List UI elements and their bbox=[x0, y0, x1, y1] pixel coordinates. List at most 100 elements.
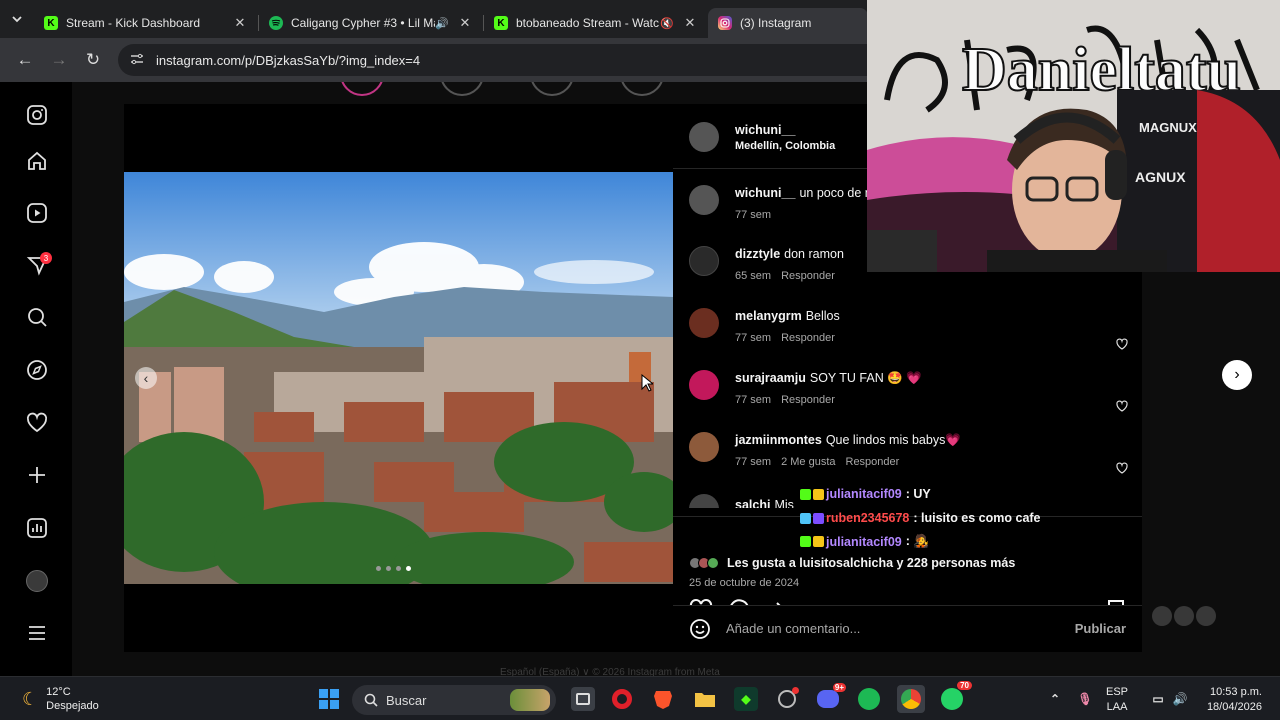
speaker-icon[interactable]: 🔊 bbox=[435, 17, 449, 30]
weather-desc: Despejado bbox=[46, 700, 99, 712]
comment-item: surajraamju SOY TU FAN 🤩 💗 77 sem Responde… bbox=[689, 370, 1129, 408]
chrome-icon[interactable] bbox=[897, 685, 925, 713]
liker-avatar bbox=[707, 557, 719, 569]
author-username[interactable]: wichuni__ bbox=[735, 123, 795, 137]
like-comment-heart-icon[interactable] bbox=[1116, 400, 1128, 412]
network-icon[interactable]: ▭ bbox=[1146, 687, 1170, 711]
reply-button[interactable]: Responder bbox=[781, 270, 835, 282]
dashboard-icon[interactable] bbox=[24, 515, 50, 541]
comment-avatar[interactable] bbox=[689, 494, 719, 508]
whatsapp-icon[interactable]: 70 bbox=[940, 681, 972, 711]
stories-strip bbox=[330, 82, 690, 98]
home-icon[interactable] bbox=[24, 148, 50, 174]
reply-button[interactable]: Responder bbox=[781, 394, 835, 406]
comment-avatar[interactable] bbox=[689, 308, 719, 338]
next-post-button[interactable]: › bbox=[1222, 360, 1252, 390]
add-comment-input[interactable]: Añade un comentario... bbox=[726, 621, 860, 636]
post-location[interactable]: Medellín, Colombia bbox=[735, 138, 835, 154]
tab-kick-dashboard[interactable]: K Stream - Kick Dashboard ✕ bbox=[34, 8, 258, 38]
likes-summary[interactable]: Les gusta a luisitosalchicha y 228 perso… bbox=[689, 556, 1015, 570]
snipping-tool-icon[interactable] bbox=[775, 687, 799, 711]
brave-icon[interactable] bbox=[651, 687, 675, 711]
tab-instagram[interactable]: (3) Instagram bbox=[708, 8, 868, 38]
chat-badge-icon bbox=[813, 488, 824, 500]
heart-icon[interactable] bbox=[24, 410, 50, 436]
windows-taskbar: ☾ 12°C Despejado Buscar ◆ 9+ 70 ⌃ 🎙 ESP LA… bbox=[0, 676, 1280, 720]
muted-speaker-icon[interactable]: 🔇 bbox=[660, 17, 674, 30]
instagram-sidebar: 3 bbox=[0, 82, 72, 676]
comment-text: don ramon bbox=[784, 247, 844, 261]
opera-icon[interactable] bbox=[610, 687, 634, 711]
search-label: Buscar bbox=[386, 692, 427, 708]
previous-image-button[interactable]: ‹ bbox=[135, 367, 157, 389]
clock-date: 18/04/2026 bbox=[1206, 701, 1262, 713]
chat-message: : UY bbox=[905, 487, 931, 501]
taskbar-search[interactable]: Buscar bbox=[352, 685, 556, 715]
post-date: 25 de octubre de 2024 bbox=[689, 577, 800, 589]
chat-badge-icon bbox=[800, 536, 811, 547]
profile-avatar[interactable] bbox=[24, 568, 50, 594]
comment-username[interactable]: melanygrm bbox=[735, 309, 802, 323]
stream-chat-message: julianitacif09: UY bbox=[800, 487, 931, 501]
moon-icon: ☾ bbox=[22, 688, 39, 709]
webcam-overlay: Danieltatu MAGNUX AGNUX bbox=[867, 0, 1280, 272]
tab-kick-stream[interactable]: K btobaneado Stream - Watc 🔇 ✕ bbox=[484, 8, 708, 38]
explore-icon[interactable] bbox=[24, 357, 50, 383]
windows-start-icon[interactable] bbox=[317, 687, 341, 711]
menu-icon[interactable] bbox=[24, 620, 50, 646]
close-icon[interactable]: ✕ bbox=[682, 15, 698, 31]
language-indicator[interactable]: ESP LAA bbox=[1106, 685, 1128, 715]
city-landscape-image bbox=[124, 172, 673, 584]
comment-username[interactable]: dizztyle bbox=[735, 247, 780, 261]
spotify-icon bbox=[269, 16, 283, 30]
comment-username[interactable]: jazmiinmontes bbox=[735, 433, 822, 447]
carousel-dot bbox=[386, 566, 391, 571]
create-icon[interactable] bbox=[24, 462, 50, 488]
caption-text: un poco de m bbox=[799, 186, 876, 200]
show-hidden-icons-chevron-icon[interactable]: ⌃ bbox=[1043, 687, 1067, 711]
post-photo[interactable] bbox=[124, 172, 673, 584]
comment-username[interactable]: surajraamju bbox=[735, 371, 806, 385]
search-icon[interactable] bbox=[24, 304, 50, 330]
comment-time: 77 sem bbox=[735, 332, 772, 344]
reply-button[interactable]: Responder bbox=[846, 456, 900, 468]
comment-avatar[interactable] bbox=[689, 432, 719, 462]
volume-icon[interactable]: 🔊 bbox=[1168, 687, 1192, 711]
microphone-icon[interactable]: 🎙 bbox=[1073, 687, 1097, 711]
chevron-down-icon bbox=[12, 16, 22, 23]
discord-icon[interactable]: 9+ bbox=[816, 683, 846, 711]
kick-studio-icon[interactable]: ◆ bbox=[734, 687, 758, 711]
instagram-logo-icon[interactable] bbox=[24, 102, 50, 128]
close-icon[interactable]: ✕ bbox=[232, 15, 248, 31]
comment-avatar[interactable] bbox=[689, 246, 719, 276]
chat-username: julianitacif09 bbox=[826, 534, 902, 549]
like-comment-heart-icon[interactable] bbox=[1116, 338, 1128, 350]
comment-username[interactable]: salchi bbox=[735, 498, 770, 508]
forward-button[interactable]: → bbox=[44, 45, 74, 75]
caption-avatar[interactable] bbox=[689, 185, 719, 215]
reload-button[interactable]: ↻ bbox=[78, 45, 108, 75]
close-icon[interactable]: ✕ bbox=[457, 15, 473, 31]
instagram-icon bbox=[718, 16, 732, 30]
reels-icon[interactable] bbox=[24, 200, 50, 226]
reply-button[interactable]: Responder bbox=[781, 332, 835, 344]
caption-username[interactable]: wichuni__ bbox=[735, 186, 795, 200]
emoji-icon[interactable] bbox=[689, 618, 711, 640]
carousel-dot bbox=[376, 566, 381, 571]
kick-icon: K bbox=[494, 16, 508, 30]
comment-likes[interactable]: 2 Me gusta bbox=[781, 456, 835, 468]
site-settings-icon[interactable] bbox=[130, 53, 144, 68]
file-explorer-icon[interactable] bbox=[693, 687, 717, 711]
tab-spotify[interactable]: Caligang Cypher #3 • Lil Ma 🔊 ✕ bbox=[259, 8, 483, 38]
back-button[interactable]: ← bbox=[10, 45, 40, 75]
like-comment-heart-icon[interactable] bbox=[1116, 462, 1128, 474]
weather-widget[interactable]: ☾ 12°C Despejado bbox=[22, 685, 99, 713]
publish-button[interactable]: Publicar bbox=[1075, 621, 1126, 636]
clock[interactable]: 10:53 p.m. 18/04/2026 bbox=[1198, 685, 1262, 715]
task-view-icon[interactable] bbox=[571, 687, 595, 711]
tab-search-button[interactable] bbox=[0, 0, 34, 38]
comment-avatar[interactable] bbox=[689, 370, 719, 400]
author-avatar[interactable] bbox=[689, 122, 719, 152]
spotify-icon[interactable] bbox=[857, 687, 881, 711]
stream-chat-message: ruben2345678: luisito es como cafe bbox=[800, 511, 1041, 525]
